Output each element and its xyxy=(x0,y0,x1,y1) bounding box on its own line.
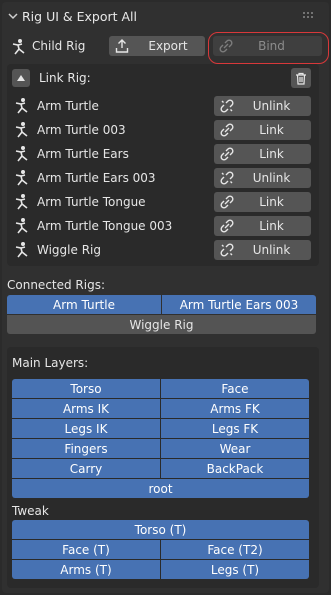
unlink-icon xyxy=(220,99,234,113)
link-icon xyxy=(220,123,234,137)
link-rig-name: Wiggle Rig xyxy=(37,243,101,257)
drag-grip-icon[interactable] xyxy=(303,12,315,20)
armature-icon xyxy=(15,194,28,210)
main-layers-label: Main Layers: xyxy=(12,356,89,370)
link-action-label: Link xyxy=(259,219,284,233)
trash-icon xyxy=(296,72,306,85)
link-action-label: Unlink xyxy=(252,171,291,185)
panel-header[interactable]: Rig UI & Export All xyxy=(2,2,329,30)
link-icon xyxy=(220,195,234,209)
layer-toggle[interactable]: Legs FK xyxy=(161,419,309,438)
connected-rigs-label: Connected Rigs: xyxy=(7,278,106,292)
chevron-down-icon[interactable] xyxy=(7,10,19,22)
armature-icon xyxy=(15,98,28,114)
export-label: Export xyxy=(148,39,188,53)
armature-icon xyxy=(15,122,28,138)
link-action-label: Link xyxy=(259,123,284,137)
link-action-label: Link xyxy=(259,195,284,209)
layer-toggle[interactable]: Wear xyxy=(161,439,309,458)
delete-button[interactable] xyxy=(291,68,311,88)
link-rig-name: Arm Turtle Ears 003 xyxy=(37,171,156,185)
link-button[interactable]: Link xyxy=(214,120,311,140)
export-button[interactable]: Export xyxy=(109,36,205,56)
unlink-icon xyxy=(220,243,234,257)
layer-toggle[interactable]: Legs IK xyxy=(12,419,160,438)
link-icon xyxy=(220,219,234,233)
armature-icon xyxy=(15,218,28,234)
layer-toggle[interactable]: root xyxy=(12,479,309,498)
link-button[interactable]: Link xyxy=(214,144,311,164)
link-rig-label: Link Rig: xyxy=(39,71,91,85)
armature-icon xyxy=(15,242,28,258)
armature-icon xyxy=(12,39,25,55)
collapse-link-rig-button[interactable] xyxy=(12,69,30,87)
link-button[interactable]: Link xyxy=(214,192,311,212)
layer-toggle[interactable]: Face xyxy=(161,379,309,398)
link-action-label: Unlink xyxy=(252,243,291,257)
link-action-label: Link xyxy=(259,147,284,161)
unlink-icon xyxy=(220,171,234,185)
connected-rig-item[interactable]: Wiggle Rig xyxy=(7,315,316,334)
link-icon xyxy=(220,147,234,161)
armature-icon xyxy=(15,170,28,186)
layer-toggle[interactable]: Arms FK xyxy=(161,399,309,418)
link-rig-name: Arm Turtle Ears xyxy=(37,147,129,161)
link-button[interactable]: Link xyxy=(214,216,311,236)
layer-toggle[interactable]: Fingers xyxy=(12,439,160,458)
tweak-toggle[interactable]: Face (T2) xyxy=(161,540,309,559)
unlink-button[interactable]: Unlink xyxy=(214,168,311,188)
highlight-annotation xyxy=(208,32,329,64)
panel-title: Rig UI & Export All xyxy=(22,9,137,24)
armature-icon xyxy=(15,146,28,162)
tweak-label: Tweak xyxy=(12,504,49,518)
layer-toggle[interactable]: Carry xyxy=(12,459,160,478)
unlink-button[interactable]: Unlink xyxy=(214,96,311,116)
link-action-label: Unlink xyxy=(252,99,291,113)
rig-ui-panel: Rig UI & Export All Child Rig Export Bin… xyxy=(2,2,329,593)
link-rig-name: Arm Turtle Tongue xyxy=(37,195,146,209)
layer-toggle[interactable]: Torso xyxy=(12,379,160,398)
link-rig-name: Arm Turtle 003 xyxy=(37,123,126,137)
unlink-button[interactable]: Unlink xyxy=(214,240,311,260)
tweak-toggle[interactable]: Arms (T) xyxy=(12,560,160,579)
link-rig-name: Arm Turtle Tongue 003 xyxy=(37,219,173,233)
connected-rig-item[interactable]: Arm Turtle Ears 003 xyxy=(162,295,316,314)
link-rig-name: Arm Turtle xyxy=(37,99,99,113)
tweak-toggle[interactable]: Torso (T) xyxy=(12,520,309,539)
tweak-toggle[interactable]: Face (T) xyxy=(12,540,160,559)
tweak-toggle[interactable]: Legs (T) xyxy=(161,560,309,579)
triangle-up-icon xyxy=(17,75,25,81)
layer-toggle[interactable]: Arms IK xyxy=(12,399,160,418)
child-rig-label: Child Rig xyxy=(32,39,86,53)
export-icon xyxy=(115,39,129,53)
connected-rig-item[interactable]: Arm Turtle xyxy=(7,295,161,314)
layer-toggle[interactable]: BackPack xyxy=(161,459,309,478)
